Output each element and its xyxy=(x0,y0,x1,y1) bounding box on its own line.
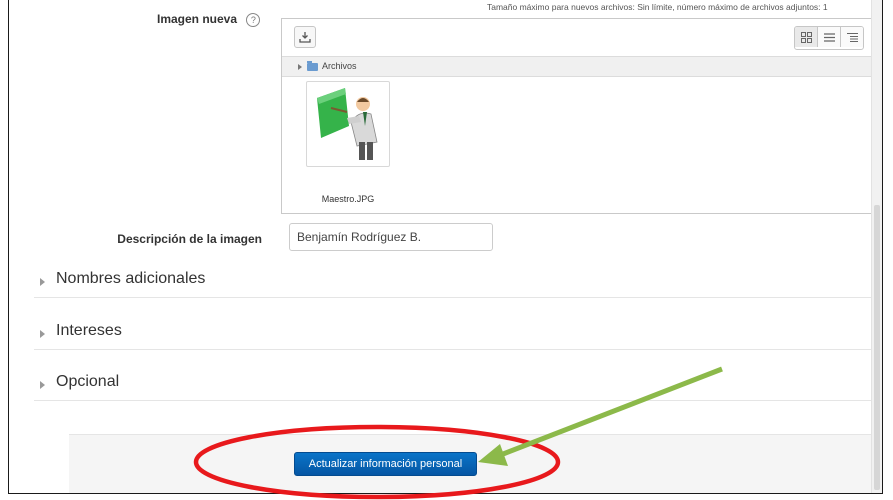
caret-right-icon xyxy=(40,330,45,338)
question-circle-icon[interactable]: ? xyxy=(246,12,261,27)
description-label: Descripción de la imagen xyxy=(117,232,262,246)
caret-right-icon xyxy=(40,278,45,286)
teacher-pointing-icon xyxy=(317,88,378,160)
expand-arrow-icon[interactable] xyxy=(298,63,302,70)
section-title[interactable]: Nombres adicionales xyxy=(56,270,205,288)
view-switcher xyxy=(794,26,864,50)
section-title[interactable]: Intereses xyxy=(56,322,122,340)
section-intereses[interactable]: Intereses xyxy=(34,321,880,350)
file-name[interactable]: Maestro.JPG xyxy=(306,194,390,204)
description-input[interactable] xyxy=(289,223,493,251)
file-picker-path: Archivos xyxy=(282,57,872,77)
download-tray-icon xyxy=(299,32,311,43)
scrollbar-thumb[interactable] xyxy=(874,205,880,490)
image-field-label: Imagen nueva ? xyxy=(157,12,261,27)
file-thumbnail[interactable] xyxy=(306,81,390,167)
file-picker: Archivos Maestro.JPG xyxy=(281,18,873,214)
form-frame: Imagen nueva ? Tamaño máximo para nuevos… xyxy=(8,0,883,494)
file-picker-toolbar xyxy=(282,19,872,57)
folder-icon xyxy=(307,60,318,71)
section-opcional[interactable]: Opcional xyxy=(34,372,880,401)
update-profile-button[interactable]: Actualizar información personal xyxy=(294,452,477,476)
tree-view-icon[interactable] xyxy=(840,27,863,47)
scrollbar[interactable] xyxy=(871,0,882,493)
caret-right-icon xyxy=(40,381,45,389)
grid-view-icon[interactable] xyxy=(795,27,817,47)
upload-button[interactable] xyxy=(294,26,316,48)
image-field-label-text: Imagen nueva xyxy=(157,12,238,26)
section-title[interactable]: Opcional xyxy=(56,373,119,391)
section-nombres-adicionales[interactable]: Nombres adicionales xyxy=(34,269,880,298)
path-folder-name[interactable]: Archivos xyxy=(322,61,357,71)
max-size-note: Tamaño máximo para nuevos archivos: Sin … xyxy=(487,2,828,12)
list-view-icon[interactable] xyxy=(817,27,840,47)
